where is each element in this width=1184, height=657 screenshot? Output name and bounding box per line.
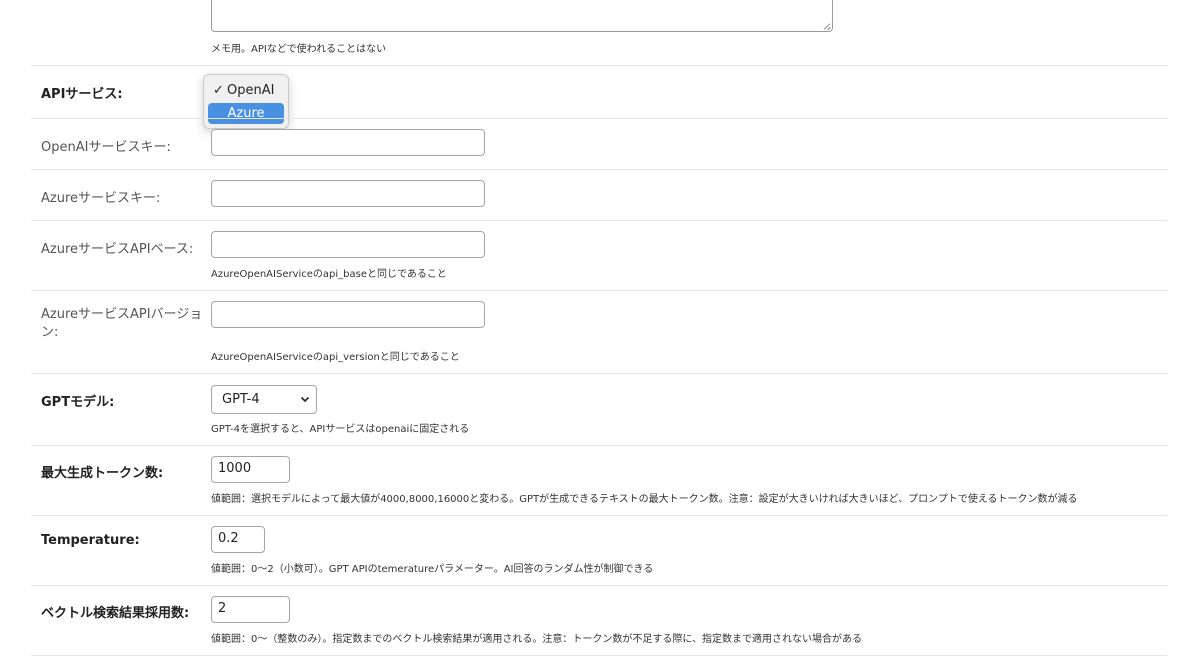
- azure-base-help-text: AzureOpenAIServiceのapi_baseと同じであること: [211, 269, 447, 280]
- row-divider: [31, 373, 1167, 374]
- max-tokens-label: 最大生成トークン数:: [41, 466, 164, 481]
- row-divider: [31, 220, 1167, 221]
- row-divider: [31, 169, 1167, 170]
- row-divider: [31, 118, 1167, 119]
- api-service-label: APIサービス:: [41, 87, 123, 102]
- max-tokens-input[interactable]: 1000: [211, 456, 290, 483]
- api-service-option-azure[interactable]: Azure: [208, 103, 284, 124]
- openai-key-input[interactable]: [211, 129, 485, 156]
- openai-key-label: OpenAIサービスキー:: [41, 140, 171, 155]
- vector-count-label: ベクトル検索結果採用数:: [41, 606, 190, 621]
- row-divider: [31, 445, 1167, 446]
- chevron-down-icon: [300, 386, 310, 424]
- checkmark-icon: ✓: [213, 83, 224, 98]
- api-service-dropdown-popup: ✓ OpenAI Azure: [203, 74, 289, 129]
- gpt-model-label: GPTモデル:: [41, 395, 115, 410]
- row-divider: [31, 585, 1167, 586]
- vector-count-help-text: 値範囲：0～（整数のみ）。指定数までのベクトル検索結果が適用される。注意：トーク…: [211, 634, 863, 645]
- azure-base-input[interactable]: [211, 231, 485, 258]
- temperature-input[interactable]: 0.2: [211, 526, 265, 553]
- max-tokens-help-text: 値範囲：選択モデルによって最大値が4000,8000,16000と変わる。GPT…: [211, 494, 1078, 505]
- azure-key-input[interactable]: [211, 180, 485, 207]
- azure-base-label: AzureサービスAPIベース:: [41, 242, 194, 257]
- azure-key-label: Azureサービスキー:: [41, 191, 161, 206]
- row-divider: [31, 655, 1167, 656]
- gpt-model-help-text: GPT-4を選択すると、APIサービスはopenaiに固定される: [211, 424, 470, 435]
- azure-version-help-text: AzureOpenAIServiceのapi_versionと同じであること: [211, 352, 460, 363]
- temperature-help-text: 値範囲：0～2（小数可）。GPT APIのtemeratureパラメーター。AI…: [211, 564, 654, 575]
- api-service-option-openai[interactable]: ✓ OpenAI: [208, 80, 284, 101]
- gpt-model-selected-value: GPT-4: [222, 392, 260, 407]
- row-divider: [31, 515, 1167, 516]
- temperature-label: Temperature:: [41, 533, 140, 548]
- azure-version-label-wrap: ン:: [41, 325, 59, 340]
- row-divider: [31, 290, 1167, 291]
- memo-help-text: メモ用。APIなどで使われることはない: [211, 44, 387, 55]
- resize-grip-icon[interactable]: [824, 23, 830, 29]
- azure-version-input[interactable]: [211, 301, 485, 328]
- option-label: OpenAI: [227, 83, 275, 98]
- azure-version-label: AzureサービスAPIバージョ: [41, 307, 203, 322]
- memo-textarea[interactable]: [211, 0, 833, 32]
- row-divider: [31, 65, 1167, 66]
- vector-count-input[interactable]: 2: [211, 596, 290, 623]
- gpt-model-select[interactable]: GPT-4: [211, 385, 317, 414]
